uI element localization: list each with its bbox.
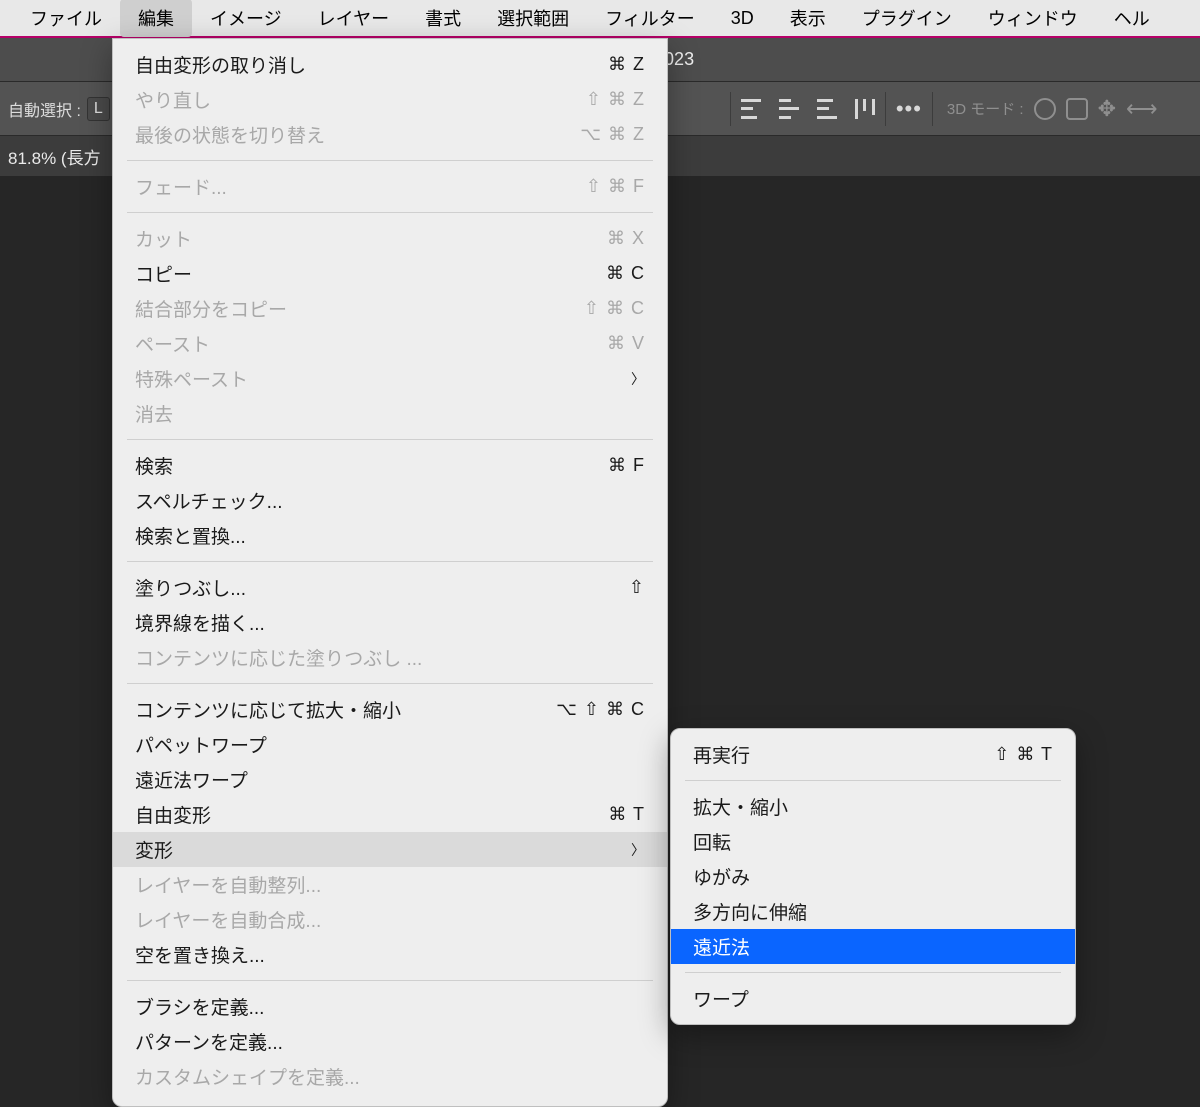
edit-menu-item[interactable]: 空を置き換え... bbox=[113, 937, 667, 972]
align-top-icon[interactable] bbox=[741, 99, 761, 119]
orbit-3d-icon[interactable] bbox=[1034, 98, 1056, 120]
menubar-item-1[interactable]: 編集 bbox=[120, 0, 192, 37]
edit-menu-item: ペースト⌘ V bbox=[113, 326, 667, 361]
transform-menu-item[interactable]: 回転 bbox=[671, 824, 1075, 859]
more-icon[interactable]: ••• bbox=[896, 96, 922, 122]
transform-menu-item[interactable]: 拡大・縮小 bbox=[671, 789, 1075, 824]
mode3d-label: 3D モード : bbox=[947, 98, 1024, 119]
edit-menu-item[interactable]: コンテンツに応じて拡大・縮小⌥ ⇧ ⌘ C bbox=[113, 692, 667, 727]
menubar-item-6[interactable]: フィルター bbox=[587, 0, 713, 37]
edit-menu-item: コンテンツに応じた塗りつぶし ... bbox=[113, 640, 667, 675]
edit-menu-item[interactable]: スペルチェック... bbox=[113, 483, 667, 518]
edit-menu-item: レイヤーを自動合成... bbox=[113, 902, 667, 937]
edit-menu-item[interactable]: 検索⌘ F bbox=[113, 448, 667, 483]
transform-menu-item[interactable]: ワープ bbox=[671, 981, 1075, 1016]
menubar-item-0[interactable]: ファイル bbox=[12, 0, 120, 37]
edit-menu-item: フェード...⇧ ⌘ F bbox=[113, 169, 667, 204]
menubar-item-11[interactable]: ヘル bbox=[1096, 0, 1168, 37]
edit-menu-item[interactable]: コピー⌘ C bbox=[113, 256, 667, 291]
menubar-item-7[interactable]: 3D bbox=[713, 2, 772, 35]
slide-3d-icon[interactable]: ⟷ bbox=[1126, 96, 1158, 122]
edit-menu-item[interactable]: 自由変形の取り消し⌘ Z bbox=[113, 47, 667, 82]
chevron-right-icon: 〉 bbox=[631, 840, 645, 860]
menubar: ファイル編集イメージレイヤー書式選択範囲フィルター3D表示プラグインウィンドウヘ… bbox=[0, 0, 1200, 38]
edit-menu-item: カット⌘ X bbox=[113, 221, 667, 256]
menubar-item-2[interactable]: イメージ bbox=[192, 0, 300, 37]
edit-menu-item: やり直し⇧ ⌘ Z bbox=[113, 82, 667, 117]
edit-menu-item[interactable]: 変形〉 bbox=[113, 832, 667, 867]
transform-menu-item[interactable]: ゆがみ bbox=[671, 859, 1075, 894]
auto-select-dropdown[interactable]: L bbox=[87, 97, 110, 121]
edit-menu-item: 最後の状態を切り替え⌥ ⌘ Z bbox=[113, 117, 667, 152]
menubar-item-3[interactable]: レイヤー bbox=[300, 0, 407, 37]
align-bottom-icon[interactable] bbox=[817, 99, 837, 119]
edit-menu-item[interactable]: 塗りつぶし...⇧ bbox=[113, 570, 667, 605]
transform-submenu: 再実行⇧ ⌘ T 拡大・縮小回転ゆがみ多方向に伸縮遠近法ワープ bbox=[670, 728, 1076, 1025]
auto-select-label: 自動選択 : bbox=[8, 97, 81, 121]
edit-menu-dropdown: 自由変形の取り消し⌘ Zやり直し⇧ ⌘ Z最後の状態を切り替え⌥ ⌘ Z フェード… bbox=[112, 38, 668, 1107]
roll-3d-icon[interactable] bbox=[1066, 98, 1088, 120]
edit-menu-item: 結合部分をコピー⇧ ⌘ C bbox=[113, 291, 667, 326]
edit-menu-item: 消去 bbox=[113, 396, 667, 431]
edit-menu-item: カスタムシェイプを定義... bbox=[113, 1059, 667, 1094]
menubar-item-8[interactable]: 表示 bbox=[772, 0, 844, 37]
transform-menu-item[interactable]: 遠近法 bbox=[671, 929, 1075, 964]
edit-menu-item[interactable]: パペットワープ bbox=[113, 727, 667, 762]
align-vcenter-icon[interactable] bbox=[779, 99, 799, 119]
edit-menu-item[interactable]: ブラシを定義... bbox=[113, 989, 667, 1024]
document-tab[interactable]: 81.8% (長方 bbox=[8, 144, 101, 169]
transform-menu-item[interactable]: 多方向に伸縮 bbox=[671, 894, 1075, 929]
menubar-item-4[interactable]: 書式 bbox=[407, 0, 479, 37]
edit-menu-item[interactable]: パターンを定義... bbox=[113, 1024, 667, 1059]
edit-menu-item[interactable]: 検索と置換... bbox=[113, 518, 667, 553]
edit-menu-item[interactable]: 遠近法ワープ bbox=[113, 762, 667, 797]
menubar-item-10[interactable]: ウィンドウ bbox=[970, 0, 1096, 37]
align-left-icon[interactable] bbox=[855, 99, 875, 119]
pan-3d-icon[interactable]: ✥ bbox=[1098, 96, 1116, 122]
transform-menu-item[interactable]: 再実行⇧ ⌘ T bbox=[671, 737, 1075, 772]
edit-menu-item[interactable]: 境界線を描く... bbox=[113, 605, 667, 640]
align-icons-group bbox=[741, 99, 875, 119]
edit-menu-item: 特殊ペースト〉 bbox=[113, 361, 667, 396]
edit-menu-item[interactable]: 自由変形⌘ T bbox=[113, 797, 667, 832]
menubar-item-5[interactable]: 選択範囲 bbox=[479, 0, 587, 37]
menubar-item-9[interactable]: プラグイン bbox=[844, 0, 970, 37]
edit-menu-item: レイヤーを自動整列... bbox=[113, 867, 667, 902]
chevron-right-icon: 〉 bbox=[631, 369, 645, 389]
